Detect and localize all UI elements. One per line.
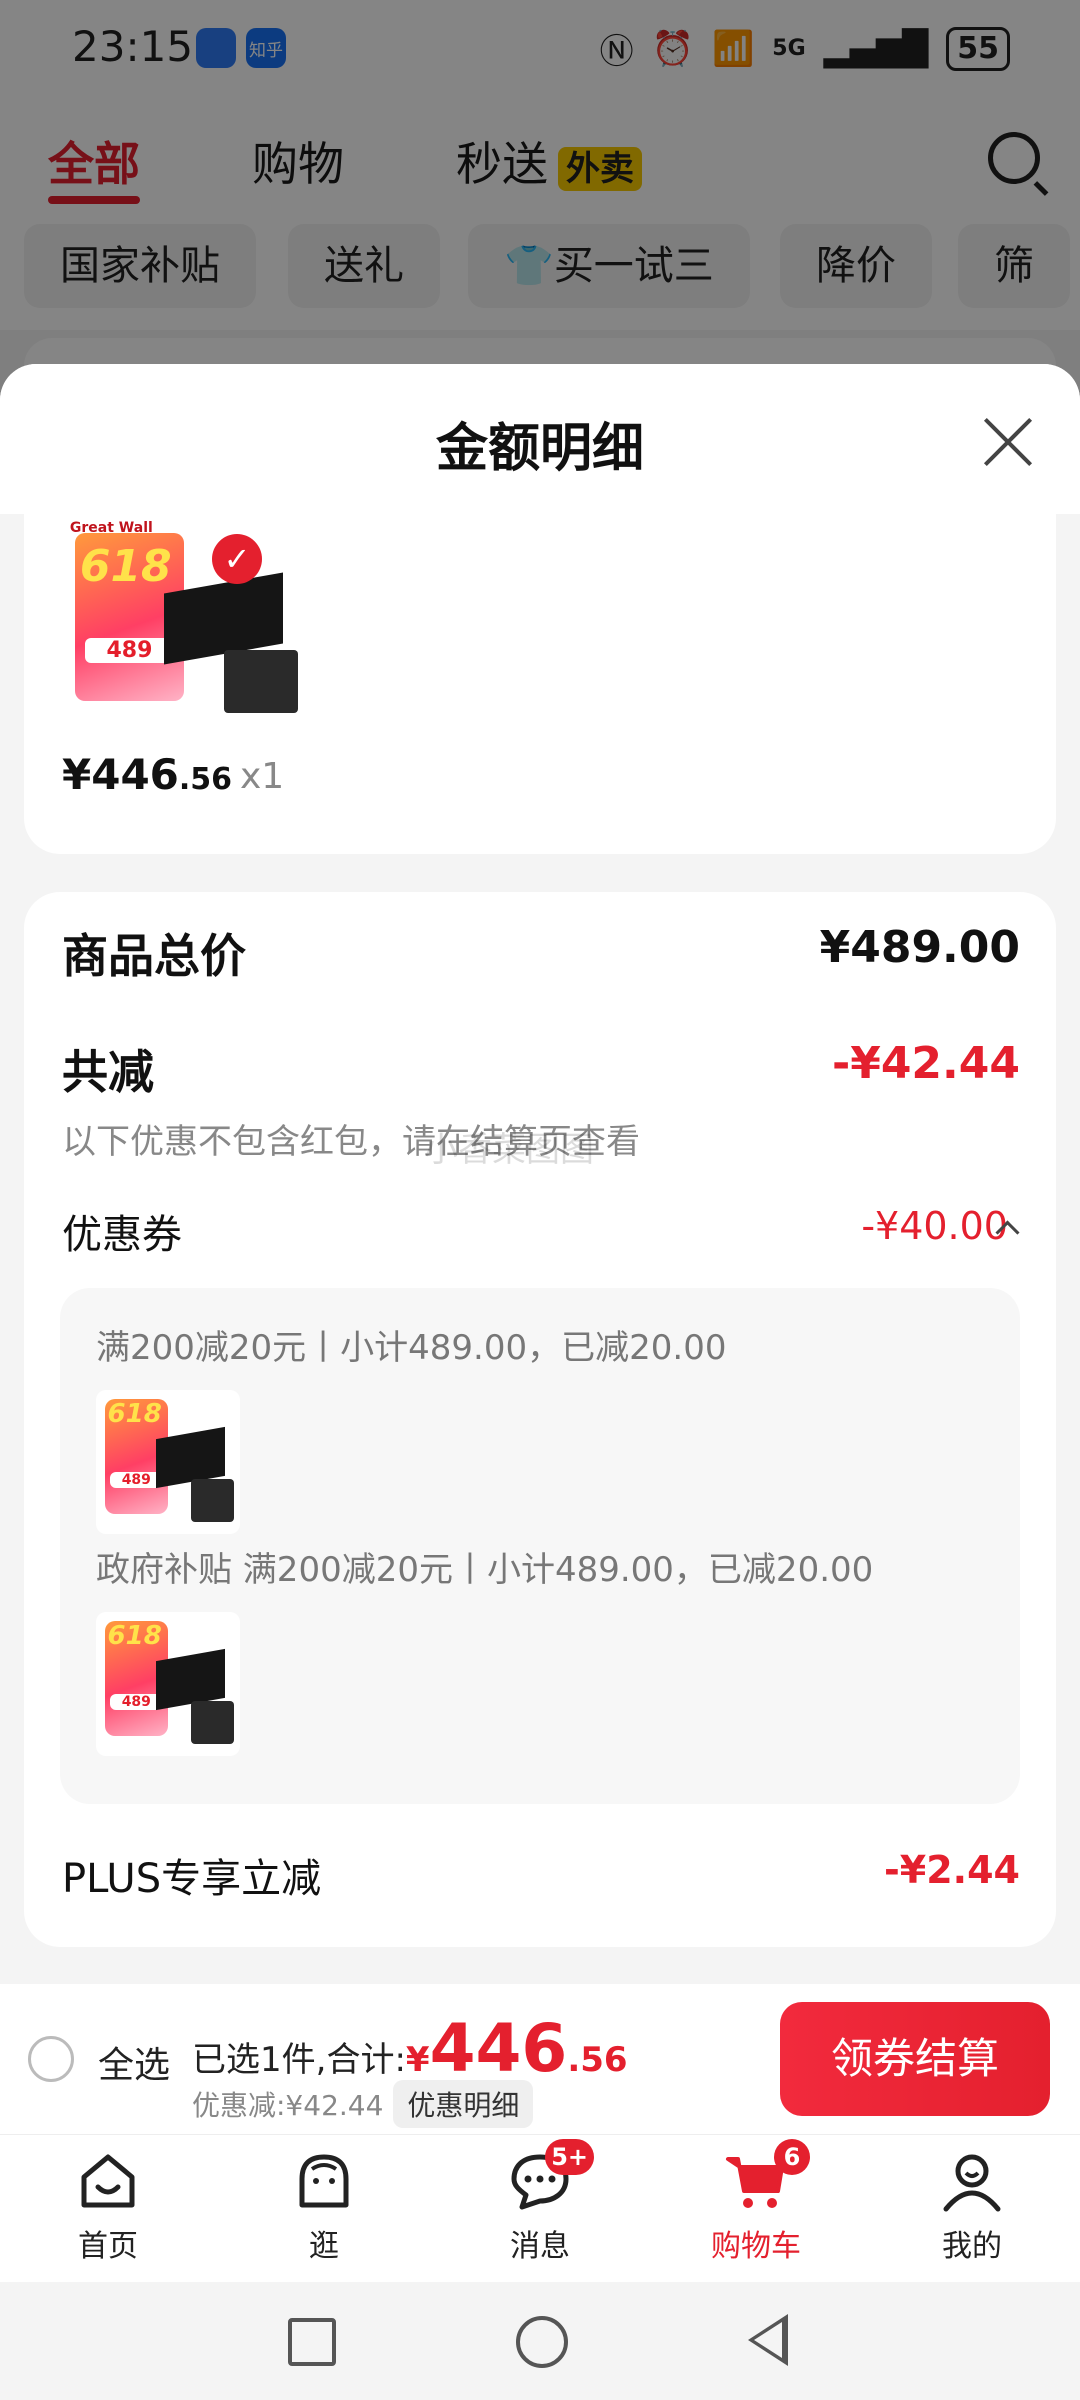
select-all-radio[interactable] xyxy=(28,2036,74,2082)
browse-icon xyxy=(292,2149,356,2213)
product-price: ¥446.56 xyxy=(62,750,232,799)
total-amount-dec: .56 xyxy=(567,2040,628,2080)
promo-price: 489 xyxy=(110,1693,163,1710)
nav-home-label: 首页 xyxy=(78,2229,138,2264)
select-all-label[interactable]: 全选 xyxy=(98,2036,170,2088)
psu-unit-image xyxy=(191,1479,235,1523)
checkout-button[interactable]: 领券结算 xyxy=(780,2002,1050,2116)
recent-apps-icon[interactable] xyxy=(288,2318,336,2366)
nav-cart-label: 购物车 xyxy=(711,2229,801,2264)
plus-discount-value: -¥2.44 xyxy=(884,1848,1020,1892)
home-button-icon[interactable] xyxy=(516,2316,568,2368)
coupon-line-1: 满200减20元丨小计489.00，已减20.00 xyxy=(96,1328,727,1368)
total-price-label: 商品总价 xyxy=(62,929,246,983)
discount-detail-button[interactable]: 优惠明细 xyxy=(393,2080,534,2128)
bottom-nav: 首页 逛 5+ 消息 6 购物车 我的 xyxy=(0,2134,1080,2283)
nav-cart[interactable]: 6 购物车 xyxy=(686,2139,826,2265)
close-icon[interactable] xyxy=(982,416,1034,468)
checked-icon[interactable]: ✓ xyxy=(212,534,262,584)
nav-messages[interactable]: 5+ 消息 xyxy=(470,2139,610,2265)
reduction-label: 共减 xyxy=(62,1045,154,1099)
cart-icon: 6 xyxy=(724,2139,810,2213)
selected-count: 已选1件,合计: xyxy=(192,2040,406,2080)
price-summary-card: 商品总价 ¥489.00 共减 -¥42.44 以下优惠不包含红包，请在结算页查… xyxy=(24,892,1056,1947)
total-amount-int: 446 xyxy=(429,2010,568,2087)
discount-amount: 优惠减:¥42.44 xyxy=(192,2089,384,2122)
watermark: 小香菜图图 xyxy=(424,1130,594,1170)
nav-home[interactable]: 首页 xyxy=(38,2149,178,2265)
sheet-header: 金额明细 xyxy=(0,364,1080,514)
product-image[interactable]: Great Wall 618 489 xyxy=(60,520,308,730)
promo-price: 489 xyxy=(110,1471,163,1488)
nav-mine-label: 我的 xyxy=(942,2229,1002,2264)
promo-618: 618 xyxy=(107,1398,162,1429)
product-price-int: ¥446 xyxy=(62,750,179,799)
promo-618: 618 xyxy=(107,1620,162,1651)
coupon-label: 优惠券 xyxy=(62,1212,182,1258)
coupon-line-2: 政府补贴 满200减20元丨小计489.00，已减20.00 xyxy=(96,1550,874,1590)
product-quantity: x1 xyxy=(240,756,285,797)
discount-summary: 优惠减:¥42.44 优惠明细 xyxy=(192,2080,534,2128)
plus-discount-label: PLUS专享立减 xyxy=(62,1856,322,1902)
coupon-product-image-2: 618 489 xyxy=(96,1612,240,1756)
checkout-bar: 全选 已选1件,合计:¥446.56 优惠减:¥42.44 优惠明细 领券结算 xyxy=(0,1984,1080,2134)
sheet-title: 金额明细 xyxy=(435,419,644,479)
home-icon xyxy=(76,2149,140,2213)
product-price-dec: .56 xyxy=(178,762,233,797)
promo-price: 489 xyxy=(84,637,175,663)
total-summary: 已选1件,合计:¥446.56 xyxy=(192,2010,628,2087)
back-icon[interactable] xyxy=(748,2314,788,2366)
reduction-value: -¥42.44 xyxy=(831,1038,1020,1089)
messages-badge: 5+ xyxy=(545,2139,594,2175)
nav-messages-label: 消息 xyxy=(510,2229,570,2264)
nav-mine[interactable]: 我的 xyxy=(902,2149,1042,2265)
cart-badge: 6 xyxy=(774,2139,810,2175)
system-nav-bar xyxy=(0,2282,1080,2400)
coupon-product-image-1: 618 489 xyxy=(96,1390,240,1534)
product-card: Great Wall 618 489 ✓ ¥446.56 x1 xyxy=(24,514,1056,854)
promo-618: 618 xyxy=(79,541,172,592)
coupon-detail-box: 满200减20元丨小计489.00，已减20.00 618 489 政府补贴 满… xyxy=(60,1288,1020,1804)
coupon-value[interactable]: -¥40.00 xyxy=(861,1204,1008,1248)
psu-unit-image xyxy=(223,650,299,714)
nav-browse-label: 逛 xyxy=(309,2229,339,2264)
chat-icon: 5+ xyxy=(508,2139,594,2213)
psu-unit-image xyxy=(191,1701,235,1745)
total-price-value: ¥489.00 xyxy=(819,922,1020,973)
nav-browse[interactable]: 逛 xyxy=(254,2149,394,2265)
amount-detail-sheet: 金额明细 Great Wall 618 489 ✓ ¥446.56 x1 商品总… xyxy=(0,364,1080,1984)
user-icon xyxy=(940,2149,1004,2213)
total-currency: ¥ xyxy=(405,2040,430,2080)
